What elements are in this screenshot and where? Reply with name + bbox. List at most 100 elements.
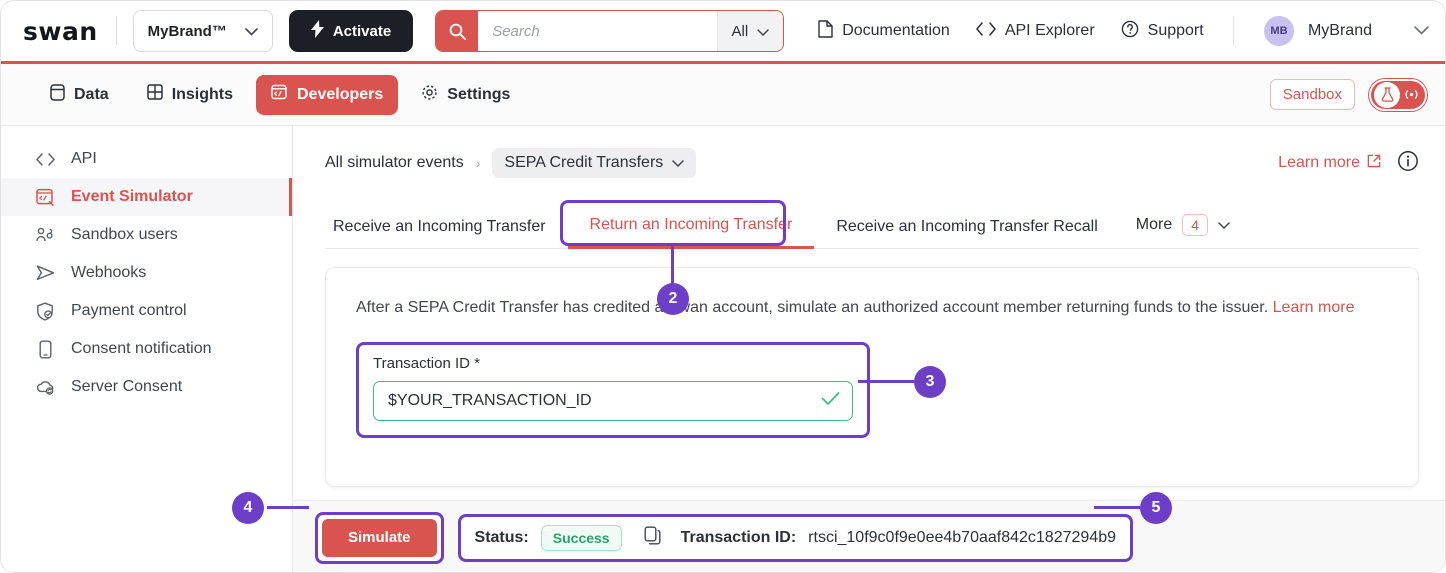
body-region: API Event Simulator Sandbox users Webhoo… <box>1 126 1445 572</box>
sidebar-item-consent-notification[interactable]: Consent notification <box>1 330 292 368</box>
annotation-line-2 <box>671 246 674 286</box>
annotation-badge-3: 3 <box>914 366 946 398</box>
nav-label-settings: Settings <box>447 85 511 103</box>
annotation-badge-4: 4 <box>232 492 264 524</box>
support-link[interactable]: Support <box>1121 20 1204 43</box>
sidebar-item-webhooks[interactable]: Webhooks <box>1 254 292 292</box>
main-nav: Data Insights Developers Settings Sandbo… <box>1 64 1445 126</box>
api-explorer-link[interactable]: API Explorer <box>976 21 1095 41</box>
terminal-icon <box>271 84 288 106</box>
header-divider <box>115 16 117 46</box>
transaction-id-input-wrapper[interactable] <box>373 381 853 421</box>
account-name: MyBrand <box>1307 22 1372 39</box>
nav-label-data: Data <box>74 85 109 103</box>
cloud-sync-icon <box>35 379 55 395</box>
environment-toggle[interactable] <box>1369 78 1427 111</box>
documentation-label: Documentation <box>842 22 950 39</box>
account-divider <box>1232 16 1234 46</box>
transaction-id-input[interactable] <box>388 392 821 410</box>
card-description: After a SEPA Credit Transfer has credite… <box>356 296 1388 320</box>
sandbox-badge[interactable]: Sandbox <box>1269 79 1355 110</box>
code-icon <box>976 21 996 41</box>
tab-return-incoming-transfer[interactable]: Return an Incoming Transfer <box>567 216 815 249</box>
tab-receive-incoming-transfer[interactable]: Receive an Incoming Transfer <box>325 218 568 248</box>
breadcrumb-current[interactable]: SEPA Credit Transfers <box>492 148 697 178</box>
breadcrumb-separator: › <box>475 155 481 171</box>
sidebar-label-api: API <box>71 150 97 167</box>
sidebar-item-api[interactable]: API <box>1 140 292 178</box>
card-description-link[interactable]: Learn more <box>1273 299 1355 316</box>
sidebar-item-sandbox-users[interactable]: Sandbox users <box>1 216 292 254</box>
brand-selector[interactable]: MyBrand™ <box>132 10 273 52</box>
breadcrumb-actions: Learn more <box>1278 150 1419 177</box>
tab-more-count: 4 <box>1182 214 1209 236</box>
annotation-line-5 <box>1094 506 1140 509</box>
search-input[interactable] <box>478 11 717 51</box>
tab-receive-incoming-transfer-recall[interactable]: Receive an Incoming Transfer Recall <box>814 218 1119 248</box>
simulate-button[interactable]: Simulate <box>322 518 437 557</box>
app-window: swan MyBrand™ Activate All <box>0 0 1446 573</box>
simulate-button-group: Simulate <box>315 511 444 564</box>
brand-selector-label: MyBrand™ <box>147 22 227 40</box>
simulator-card: After a SEPA Credit Transfer has credite… <box>325 267 1419 487</box>
nav-item-settings[interactable]: Settings <box>406 75 525 115</box>
gear-icon <box>421 84 438 106</box>
support-label: Support <box>1147 22 1204 39</box>
breadcrumb-current-label: SEPA Credit Transfers <box>504 154 664 171</box>
activate-button[interactable]: Activate <box>288 10 414 52</box>
action-bar: Simulate Status: Success Transaction ID:… <box>293 500 1445 572</box>
annotation-badge-5: 5 <box>1140 492 1172 524</box>
nav-label-developers: Developers <box>297 85 384 103</box>
nav-right-controls: Sandbox <box>1269 78 1427 111</box>
status-label: Status: <box>474 528 529 546</box>
learn-more-label: Learn more <box>1278 154 1360 171</box>
chevron-down-icon <box>1218 216 1230 234</box>
tab-bar: Receive an Incoming Transfer Return an I… <box>325 204 1419 249</box>
sidebar-item-event-simulator[interactable]: Event Simulator <box>1 178 292 216</box>
activate-button-label: Activate <box>332 22 392 40</box>
flask-icon <box>1374 81 1400 108</box>
chevron-down-icon[interactable] <box>1414 22 1429 40</box>
sidebar-label-webhooks: Webhooks <box>71 264 147 281</box>
swan-logo: swan <box>23 16 98 46</box>
sidebar-label-sandbox-users: Sandbox users <box>71 226 178 243</box>
external-link-icon <box>1367 154 1381 173</box>
code-icon <box>35 152 55 166</box>
chevron-down-icon <box>757 23 769 40</box>
send-icon <box>35 265 55 281</box>
grid-icon <box>146 84 163 105</box>
copy-icon[interactable] <box>644 526 661 550</box>
chevron-down-icon <box>245 23 258 40</box>
nav-item-insights[interactable]: Insights <box>132 75 248 115</box>
nav-item-developers[interactable]: Developers <box>256 74 399 115</box>
documentation-link[interactable]: Documentation <box>818 19 950 43</box>
shield-check-icon <box>35 302 55 321</box>
result-status-group: Status: Success Transaction ID: rtsci_10… <box>457 513 1133 562</box>
users-icon <box>35 227 55 243</box>
transaction-id-result-label: Transaction ID: <box>680 528 797 546</box>
annotation-badge-2: 2 <box>657 283 689 315</box>
breadcrumb: All simulator events › SEPA Credit Trans… <box>325 148 1419 178</box>
annotation-line-4 <box>267 506 309 509</box>
info-circle-icon[interactable] <box>1397 150 1419 177</box>
avatar: MB <box>1263 16 1294 46</box>
tab-more-label: More <box>1135 216 1173 233</box>
search-scope-selector[interactable]: All <box>716 11 784 51</box>
learn-more-link[interactable]: Learn more <box>1278 154 1381 173</box>
sidebar-item-server-consent[interactable]: Server Consent <box>1 368 292 406</box>
status-badge: Success <box>540 524 622 551</box>
nav-label-insights: Insights <box>171 85 234 103</box>
chevron-down-icon <box>672 154 685 172</box>
question-circle-icon <box>1121 20 1139 43</box>
tab-more-menu[interactable]: More 4 <box>1120 214 1246 248</box>
search-box: All <box>435 10 785 52</box>
search-icon[interactable] <box>436 11 479 51</box>
broadcast-icon <box>1400 88 1422 101</box>
sidebar-item-payment-control[interactable]: Payment control <box>1 292 292 330</box>
annotation-line-3 <box>858 380 914 383</box>
account-menu[interactable]: MB MyBrand <box>1232 16 1429 46</box>
content-region: All simulator events › SEPA Credit Trans… <box>293 126 1445 572</box>
nav-item-data[interactable]: Data <box>35 75 124 115</box>
breadcrumb-root[interactable]: All simulator events <box>325 154 464 172</box>
search-scope-label: All <box>731 22 749 40</box>
